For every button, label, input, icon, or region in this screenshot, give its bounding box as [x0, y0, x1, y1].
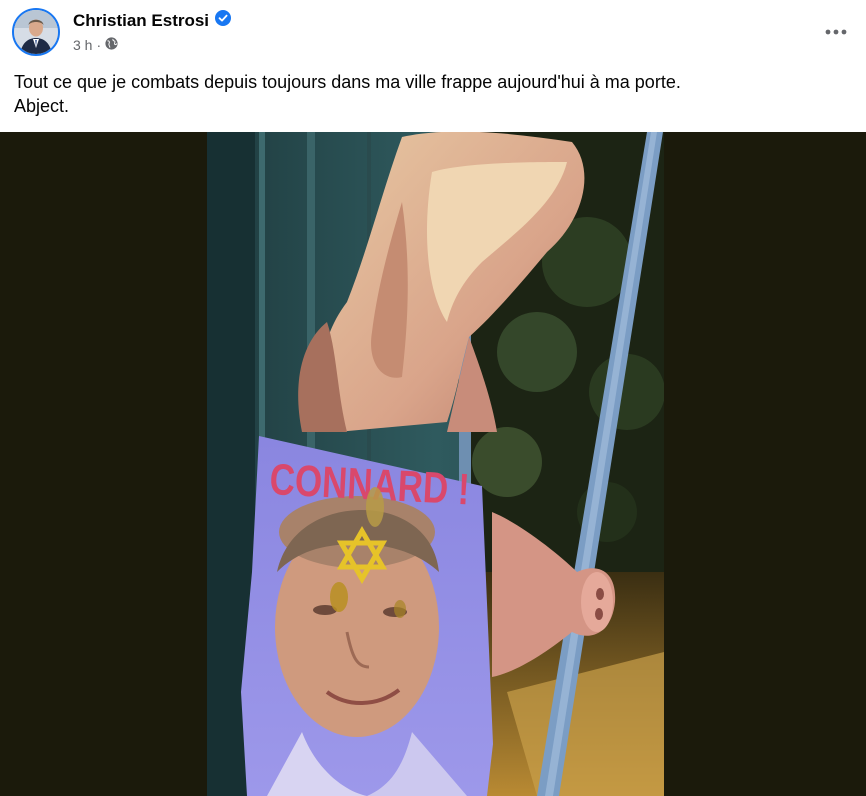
more-options-icon[interactable]: [822, 18, 850, 46]
caption-line: Tout ce que je combats depuis toujours d…: [14, 72, 681, 92]
author-avatar[interactable]: [12, 8, 60, 56]
meta-separator: ·: [96, 37, 102, 53]
post-meta: 3 h ·: [73, 37, 118, 53]
post-caption: Tout ce que je combats depuis toujours d…: [14, 70, 681, 118]
caption-line: Abject.: [14, 96, 70, 116]
author-name[interactable]: Christian Estrosi: [73, 11, 209, 31]
post-photo[interactable]: CONNARD !: [207, 132, 664, 796]
post-header: Christian Estrosi 3 h ·: [0, 0, 866, 64]
avatar-portrait: [14, 10, 58, 54]
facebook-post: Christian Estrosi 3 h · Tout ce que je c…: [0, 0, 866, 796]
post-timestamp[interactable]: 3 h: [73, 37, 92, 53]
verified-badge-icon: [215, 10, 232, 31]
author-line: Christian Estrosi: [73, 10, 232, 31]
globe-icon[interactable]: [105, 37, 118, 53]
post-media[interactable]: CONNARD !: [0, 132, 866, 796]
